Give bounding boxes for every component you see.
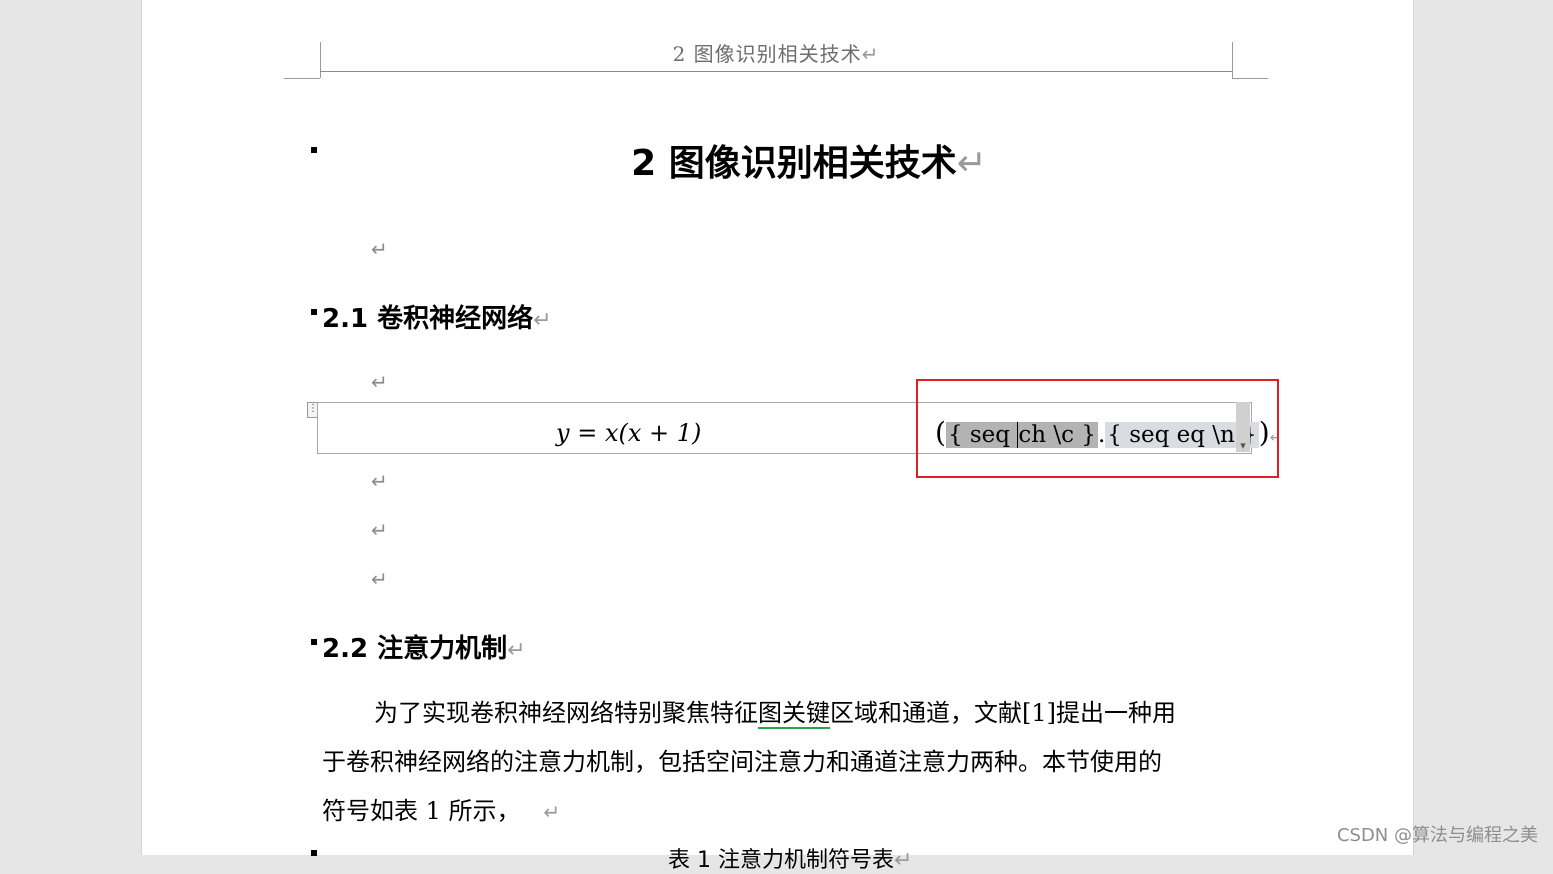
section-heading-2-1[interactable]: 2.1 卷积神经网络↵ <box>322 298 552 335</box>
paragraph-mark: ↵ <box>893 848 913 873</box>
empty-paragraph[interactable]: ↵ <box>371 567 388 591</box>
paragraph-mark: ↵ <box>543 800 561 824</box>
body-text: 区域和通道，文献[1]提出一种用 <box>830 699 1176 727</box>
section-title: 2.2 注意力机制 <box>322 634 508 664</box>
heading-bullet-marker <box>311 639 317 645</box>
empty-paragraph[interactable]: ↵ <box>371 469 388 493</box>
grammar-underlined-text[interactable]: 图关键 <box>758 699 830 729</box>
empty-paragraph[interactable]: ↵ <box>371 237 388 261</box>
heading-bullet-marker <box>311 309 317 315</box>
empty-paragraph[interactable]: ↵ <box>371 518 388 542</box>
chapter-heading[interactable]: 2 图像识别相关技术↵ <box>320 134 1298 186</box>
body-text: 符号如表 1 所示， <box>322 797 521 825</box>
formula-equals: = <box>569 419 605 447</box>
header-underline <box>320 71 1232 72</box>
caption-bullet-marker <box>311 850 317 856</box>
table-caption[interactable]: 表 1 注意力机制符号表↵ <box>668 842 912 874</box>
crop-mark-right-vertical <box>1232 42 1233 78</box>
empty-paragraph[interactable]: ↵ <box>371 370 388 394</box>
heading-bullet-marker <box>311 147 317 153</box>
body-text: 为了实现卷积神经网络特别聚焦特征 <box>374 699 758 727</box>
header-text: 2 图像识别相关技术 <box>672 42 862 66</box>
crop-mark-left-horizontal <box>284 78 320 79</box>
section-heading-2-2[interactable]: 2.2 注意力机制↵ <box>322 628 526 665</box>
paragraph-mark: ↵ <box>861 42 880 66</box>
body-line-2[interactable]: 于卷积神经网络的注意力机制，包括空间注意力和通道注意力两种。本节使用的 <box>322 738 1242 787</box>
formula-var-y: y <box>556 419 570 447</box>
formula-var-x: x <box>604 419 619 447</box>
page-header[interactable]: 2 图像识别相关技术↵ <box>320 38 1232 67</box>
paragraph-mark: ↵ <box>533 308 552 333</box>
section-title: 2.1 卷积神经网络 <box>322 304 534 334</box>
caption-text: 表 1 注意力机制符号表 <box>668 848 894 873</box>
equation-formula[interactable]: y = x(x + 1) <box>556 419 701 447</box>
paragraph-mark: ↵ <box>507 638 526 663</box>
formula-rest: (x + 1) <box>618 419 702 447</box>
chapter-title: 2 图像识别相关技术 <box>631 143 957 184</box>
crop-mark-right-horizontal <box>1232 78 1268 79</box>
highlight-annotation-box <box>916 379 1279 478</box>
body-line-3[interactable]: 符号如表 1 所示， ↵ <box>322 787 1242 837</box>
watermark: CSDN @算法与编程之美 <box>1336 825 1538 846</box>
paragraph-mark: ↵ <box>956 143 987 184</box>
body-line-1[interactable]: 为了实现卷积神经网络特别聚焦特征图关键区域和通道，文献[1]提出一种用 <box>322 689 1242 738</box>
